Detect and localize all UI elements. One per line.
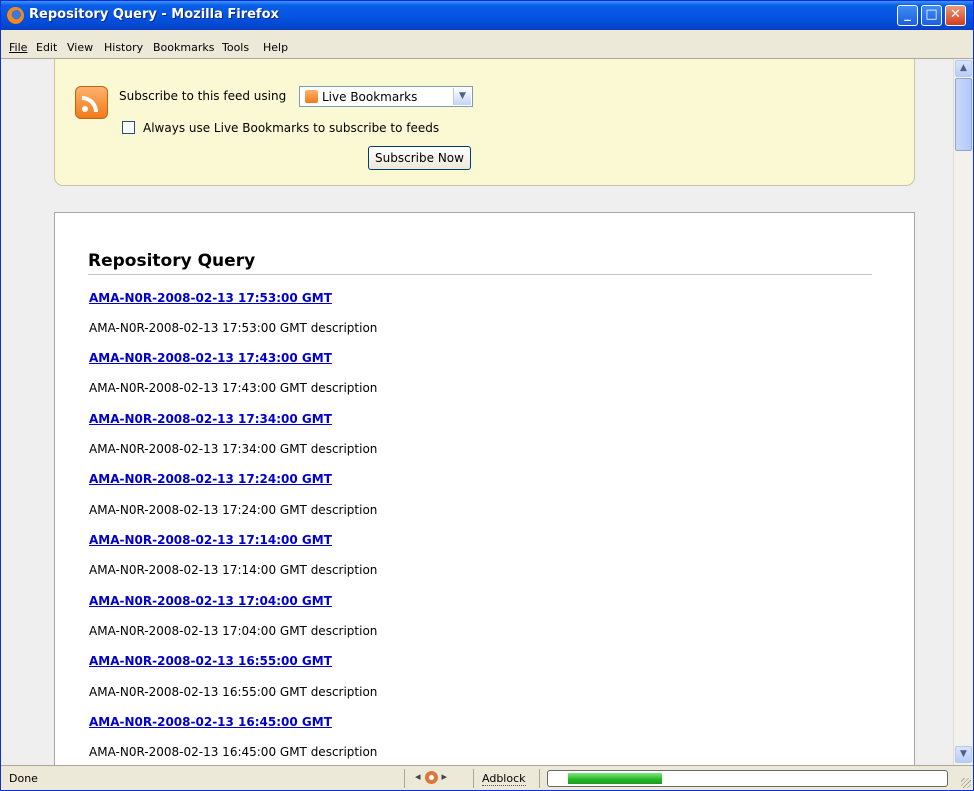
menu-tools[interactable]: Tools [222,41,249,54]
chevron-right-icon[interactable]: ▸ [442,770,448,783]
entry-description: AMA-N0R-2008-02-13 17:43:00 GMT descript… [89,381,378,395]
feed-title: Repository Query [88,251,256,271]
menu-history[interactable]: History [104,41,143,54]
entry-link[interactable]: AMA-N0R-2008-02-13 17:14:00 GMT [89,533,332,547]
maximize-icon: □ [925,7,938,22]
window-title: Repository Query - Mozilla Firefox [29,7,279,22]
always-use-checkbox[interactable] [122,121,135,134]
maximize-button[interactable]: □ [921,5,942,26]
scroll-down-button[interactable]: ▼ [955,746,972,763]
scrollbar-thumb[interactable] [955,78,972,151]
entry-description: AMA-N0R-2008-02-13 17:14:00 GMT descript… [89,563,378,577]
live-bookmarks-icon [305,90,318,103]
feed-body: Repository Query AMA-N0R-2008-02-13 17:5… [54,212,915,765]
entry-link[interactable]: AMA-N0R-2008-02-13 17:04:00 GMT [89,594,332,608]
chevron-up-icon: ▲ [960,63,967,73]
minimize-button[interactable]: _ [897,5,918,26]
subscribe-panel: Subscribe to this feed using Live Bookma… [54,59,915,186]
entry-link[interactable]: AMA-N0R-2008-02-13 16:55:00 GMT [89,654,332,668]
menu-edit[interactable]: Edit [36,41,57,54]
title-bar[interactable]: Repository Query - Mozilla Firefox _ □ ✕ [1,1,973,30]
entry-description: AMA-N0R-2008-02-13 16:45:00 GMT descript… [89,745,378,759]
reader-select[interactable]: Live Bookmarks ▼ [299,86,473,107]
scroll-up-button[interactable]: ▲ [955,60,972,77]
status-bar: Done ◂ ▸ Adblock [1,765,973,790]
adblock-status[interactable]: Adblock [482,772,526,786]
entry-link[interactable]: AMA-N0R-2008-02-13 17:53:00 GMT [89,291,332,305]
page-content: Subscribe to this feed using Live Bookma… [1,59,953,765]
minimize-icon: _ [904,7,911,22]
entry-description: AMA-N0R-2008-02-13 16:55:00 GMT descript… [89,685,378,699]
close-button[interactable]: ✕ [945,5,966,26]
entry-description: AMA-N0R-2008-02-13 17:34:00 GMT descript… [89,442,378,456]
resize-grip-icon[interactable] [961,778,971,788]
entry-link[interactable]: AMA-N0R-2008-02-13 17:43:00 GMT [89,351,332,365]
cd-icon[interactable] [424,770,438,784]
entry-link[interactable]: AMA-N0R-2008-02-13 17:34:00 GMT [89,412,332,426]
media-nav[interactable]: ◂ ▸ [415,770,447,784]
close-icon: ✕ [950,7,961,22]
browser-window: Repository Query - Mozilla Firefox _ □ ✕… [0,0,974,791]
vertical-scrollbar[interactable]: ▲ ▼ [953,59,973,765]
chevron-down-icon[interactable]: ▼ [453,88,471,105]
entry-description: AMA-N0R-2008-02-13 17:24:00 GMT descript… [89,503,378,517]
rss-feed-icon [75,86,108,119]
entry-description: AMA-N0R-2008-02-13 17:53:00 GMT descript… [89,321,378,335]
menu-view[interactable]: View [67,41,93,54]
status-divider [473,769,474,788]
always-use-label[interactable]: Always use Live Bookmarks to subscribe t… [143,121,439,135]
menu-file[interactable]: File [9,41,27,54]
menu-bar: File Edit View History Bookmarks Tools H… [1,30,973,84]
subscribe-now-button[interactable]: Subscribe Now [368,146,471,170]
status-divider [404,769,405,788]
progress-bar [547,770,948,787]
progress-fill [568,773,662,784]
subscribe-label: Subscribe to this feed using [119,89,287,103]
menu-help[interactable]: Help [263,41,288,54]
entry-link[interactable]: AMA-N0R-2008-02-13 17:24:00 GMT [89,472,332,486]
reader-select-value: Live Bookmarks [322,90,418,104]
entry-link[interactable]: AMA-N0R-2008-02-13 16:45:00 GMT [89,715,332,729]
chevron-down-icon: ▼ [960,749,967,759]
menu-bookmarks[interactable]: Bookmarks [153,41,214,54]
entry-description: AMA-N0R-2008-02-13 17:04:00 GMT descript… [89,624,378,638]
title-divider [88,274,872,275]
status-divider [539,769,540,788]
status-text: Done [9,772,38,785]
firefox-icon [7,7,24,24]
chevron-left-icon[interactable]: ◂ [415,770,421,783]
